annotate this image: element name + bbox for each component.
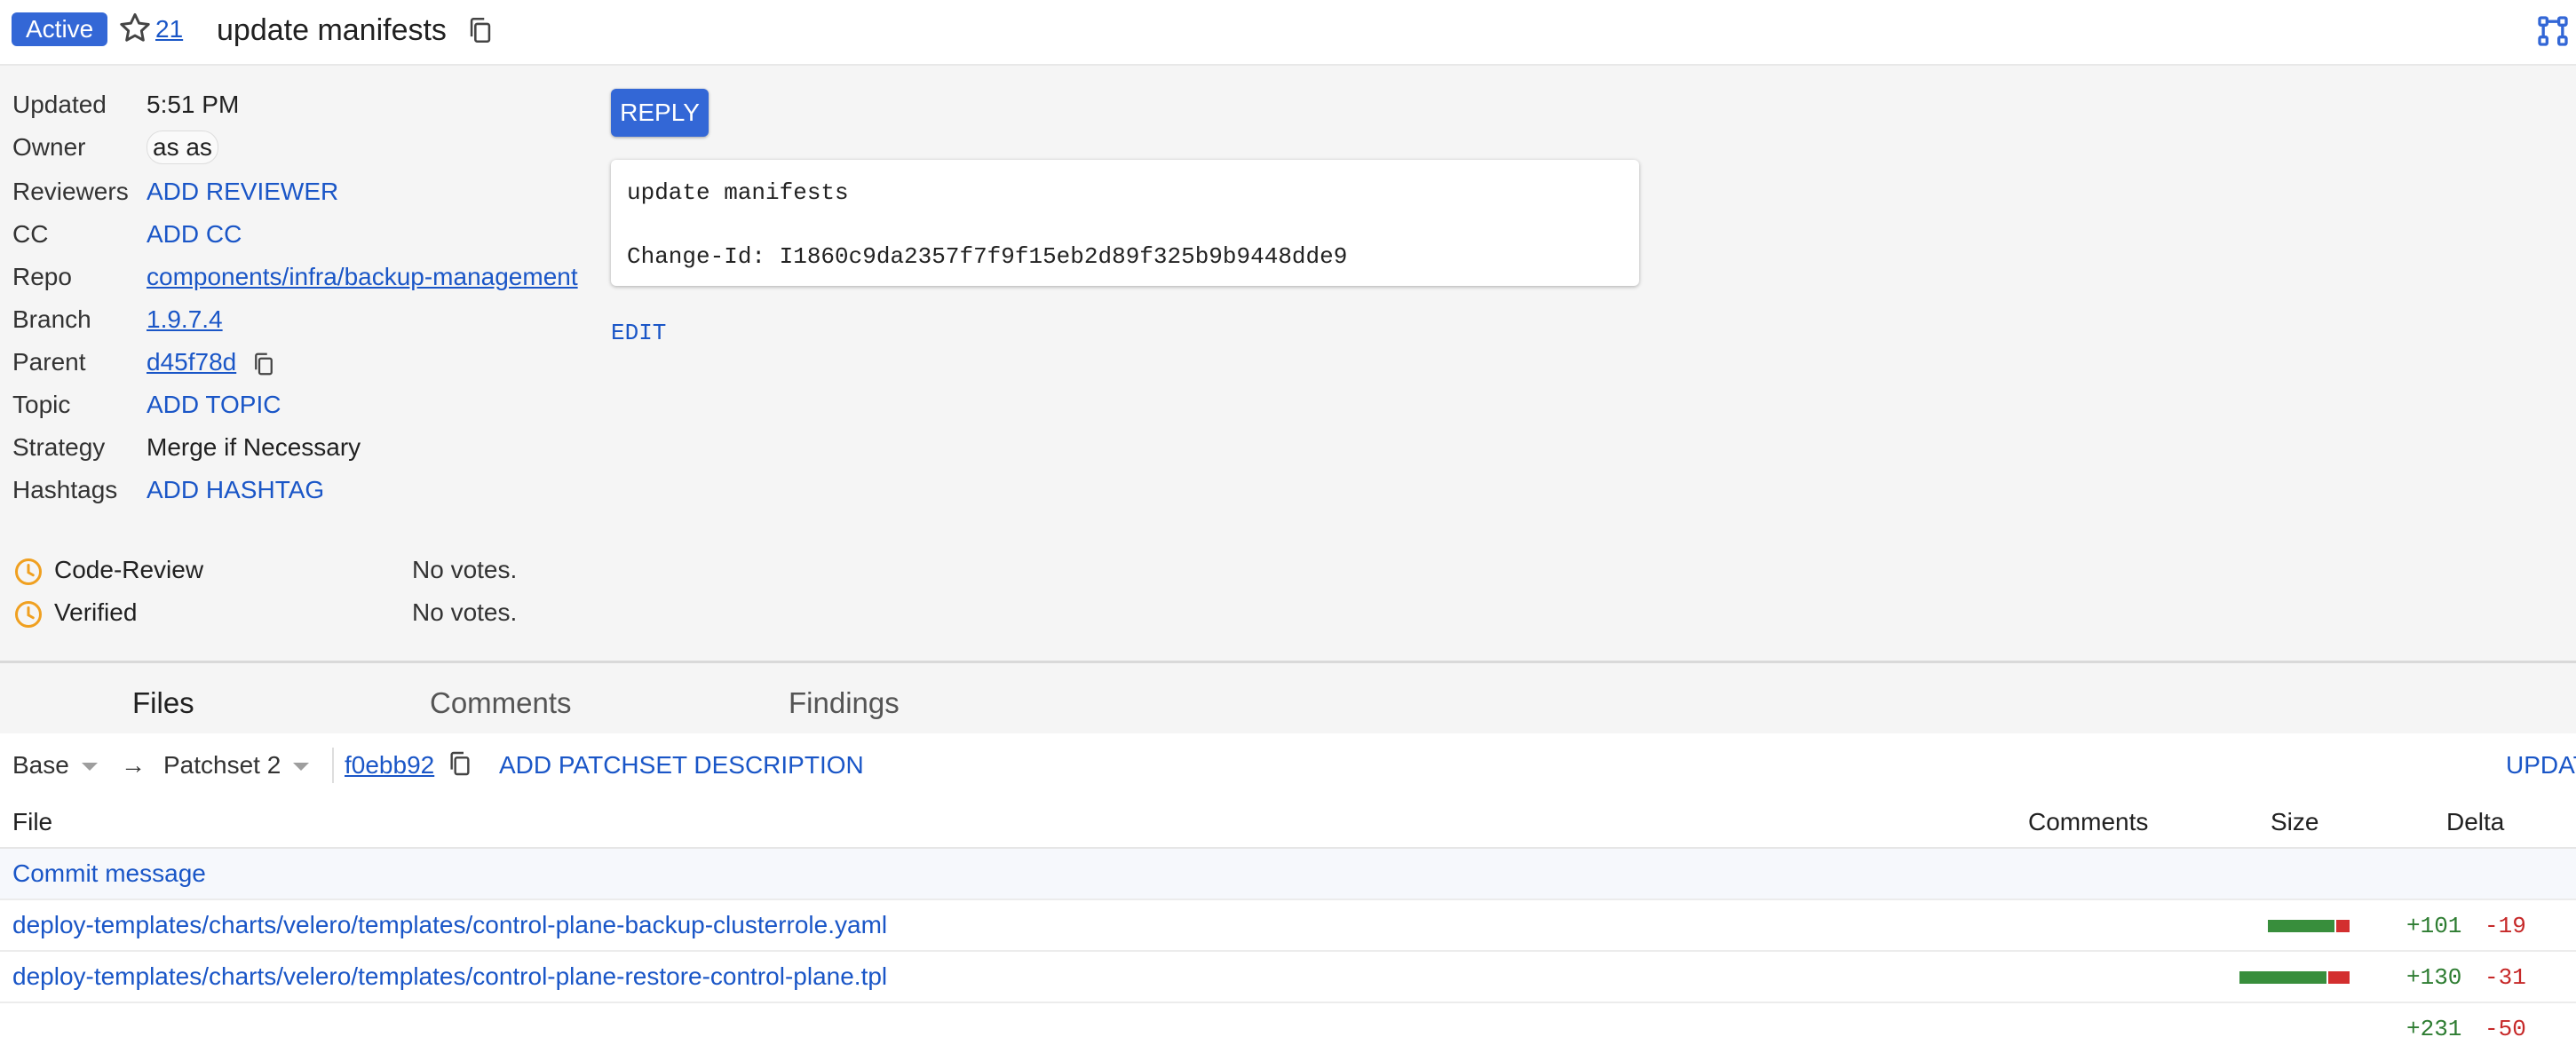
change-number-link[interactable]: 21: [155, 15, 183, 44]
patchset-commit-link[interactable]: f0ebb92: [345, 751, 434, 780]
size-bar-added: [2268, 920, 2334, 932]
lines-added: +130: [2406, 964, 2462, 991]
diff-view-icon[interactable]: [2535, 13, 2571, 49]
copy-icon[interactable]: [465, 15, 495, 45]
file-path-link[interactable]: deploy-templates/charts/velero/templates…: [12, 911, 887, 939]
totals-row: +231 -50: [0, 1003, 2576, 1053]
size-bar-removed: [2336, 920, 2350, 932]
copy-icon[interactable]: [446, 749, 474, 778]
size-column-header: Size: [2271, 808, 2319, 835]
owner-chip[interactable]: as as: [147, 131, 218, 164]
change-header: Active 21 update manifests: [0, 0, 2576, 66]
delta-column-header: Delta: [2446, 808, 2505, 835]
divider: [332, 748, 334, 783]
file-list-header: File Comments Size Delta: [0, 797, 2576, 849]
total-lines-added: +231: [2406, 1016, 2462, 1042]
size-bar: [2239, 971, 2350, 984]
branch-label: Branch: [12, 305, 91, 333]
change-info-panel: Updated 5:51 PM Owner as as Reviewers AD…: [0, 66, 2576, 661]
commit-message-link[interactable]: Commit message: [12, 859, 206, 888]
branch-link[interactable]: 1.9.7.4: [147, 302, 223, 337]
strategy-value: Merge if Necessary: [147, 433, 361, 461]
repo-label: Repo: [12, 263, 72, 290]
chevron-down-icon: [81, 763, 98, 772]
tab-bar: Files Comments Findings: [0, 661, 2576, 736]
lines-removed: -31: [2485, 964, 2526, 991]
base-select[interactable]: Base: [12, 751, 98, 780]
hashtags-label: Hashtags: [12, 476, 118, 503]
file-row[interactable]: deploy-templates/charts/velero/templates…: [0, 900, 2576, 952]
size-bar: [2268, 920, 2350, 932]
topic-label: Topic: [12, 391, 71, 418]
arrow-right-icon: →: [121, 751, 146, 779]
add-hashtag-button[interactable]: ADD HASHTAG: [147, 472, 324, 508]
updated-value: 5:51 PM: [147, 91, 240, 118]
label-votes: No votes.: [412, 556, 518, 583]
update-button[interactable]: UPDAT: [2506, 751, 2576, 780]
add-cc-button[interactable]: ADD CC: [147, 217, 242, 252]
patchset-bar: Base → Patchset 2 f0ebb92 ADD PATCHSET D…: [0, 733, 2576, 799]
updated-label: Updated: [12, 91, 107, 118]
file-path-link[interactable]: deploy-templates/charts/velero/templates…: [12, 962, 887, 991]
cc-label: CC: [12, 220, 49, 248]
strategy-label: Strategy: [12, 433, 106, 461]
chevron-down-icon: [293, 763, 310, 772]
reviewers-label: Reviewers: [12, 178, 129, 205]
status-badge: Active: [12, 12, 108, 46]
base-select-label: Base: [12, 751, 69, 779]
lines-removed: -19: [2485, 913, 2526, 939]
change-subject: update manifests: [217, 13, 447, 47]
tab-files[interactable]: Files: [132, 686, 194, 720]
commit-change-id: Change-Id: I1860c9da2357f7f9f15eb2d89f32…: [627, 243, 1348, 270]
label-name: Code-Review: [54, 556, 204, 583]
file-column-header: File: [12, 808, 53, 835]
parent-label: Parent: [12, 348, 86, 376]
commit-message-subject: update manifests: [627, 179, 849, 206]
commit-message-row[interactable]: Commit message: [0, 849, 2576, 900]
file-row[interactable]: deploy-templates/charts/velero/templates…: [0, 952, 2576, 1003]
owner-label: Owner: [12, 133, 86, 161]
total-lines-removed: -50: [2485, 1016, 2526, 1042]
clock-icon: [15, 558, 42, 585]
parent-link[interactable]: d45f78d: [147, 348, 236, 376]
label-name: Verified: [54, 598, 138, 626]
add-topic-button[interactable]: ADD TOPIC: [147, 387, 281, 423]
size-bar-added: [2239, 971, 2326, 984]
label-votes: No votes.: [412, 598, 518, 626]
edit-button[interactable]: EDIT: [611, 320, 666, 346]
patchset-select-label: Patchset 2: [163, 751, 281, 779]
repo-link[interactable]: components/infra/backup-management: [147, 259, 578, 295]
add-reviewer-button[interactable]: ADD REVIEWER: [147, 174, 338, 210]
tab-comments[interactable]: Comments: [430, 686, 572, 720]
clock-icon: [15, 601, 42, 628]
size-bar-removed: [2328, 971, 2350, 984]
patchset-select[interactable]: Patchset 2: [163, 751, 310, 780]
tab-findings[interactable]: Findings: [789, 686, 900, 720]
commit-message-box: update manifests Change-Id: I1860c9da235…: [611, 160, 1639, 286]
copy-icon[interactable]: [250, 351, 277, 377]
comments-column-header: Comments: [2028, 808, 2149, 835]
reply-button[interactable]: REPLY: [611, 89, 709, 137]
lines-added: +101: [2406, 913, 2462, 939]
star-icon[interactable]: [115, 9, 155, 48]
add-patchset-description-button[interactable]: ADD PATCHSET DESCRIPTION: [499, 751, 864, 780]
